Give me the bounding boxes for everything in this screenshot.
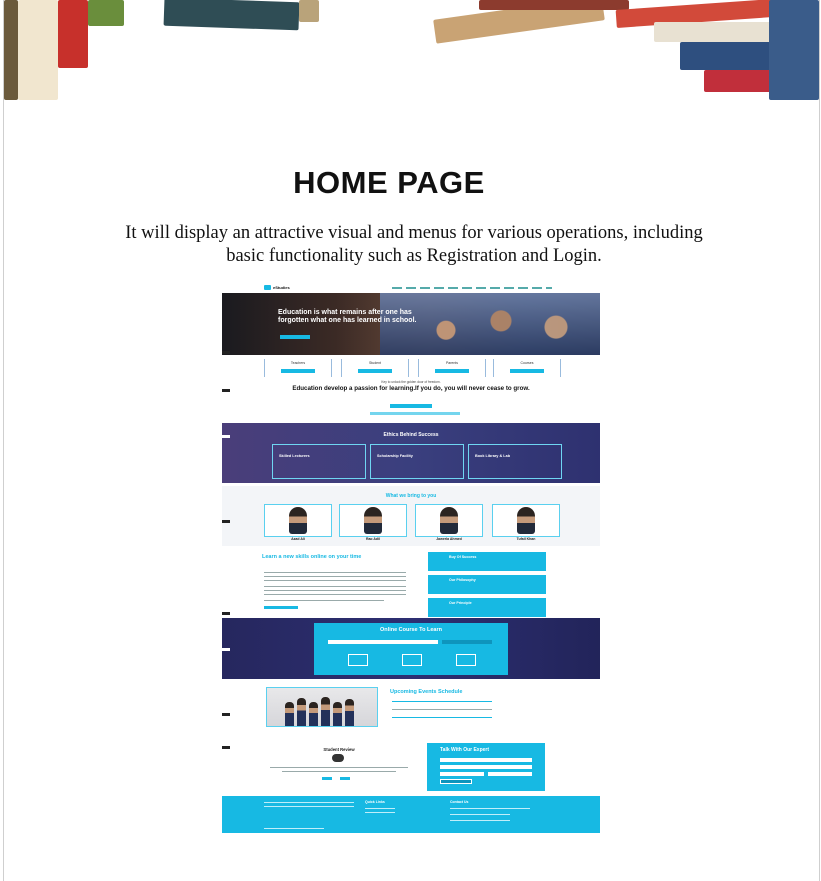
skills-section: Learn a new skills online on your time B… (222, 548, 600, 618)
team-member: Tufail Khan (492, 504, 560, 541)
brand-name: eStudies (273, 285, 290, 290)
review-prev-button[interactable] (322, 777, 332, 780)
ethics-card: Scholarship Facility (370, 444, 464, 479)
course-icon (456, 654, 476, 666)
expert-form: Talk With Our Expert (427, 743, 545, 791)
skills-button[interactable] (264, 606, 298, 609)
stat-courses: Courses (493, 359, 561, 377)
skill-box: Buy Of Success (428, 552, 546, 571)
online-course-box: Online Course To Learn (314, 623, 508, 675)
course-icon (402, 654, 422, 666)
stat-teachers: Teachers (264, 359, 332, 377)
reviewer-avatar (332, 754, 344, 762)
online-course-section: Online Course To Learn (222, 618, 600, 679)
review-section: Student Review Talk With Our Expert (222, 740, 600, 791)
page-description: It will display an attractive visual and… (125, 223, 703, 266)
skills-title: Learn a new skills online on your time (262, 554, 362, 560)
expert-phone-field[interactable] (440, 772, 484, 776)
quote-input[interactable] (370, 412, 460, 415)
expert-subject-field[interactable] (488, 772, 532, 776)
skill-box: Our Principle (428, 598, 546, 617)
stat-parents: Parents (418, 359, 486, 377)
stats-row: Teachers Student Parents Courses (222, 359, 600, 381)
skill-box: Our Philosophy (428, 575, 546, 594)
expert-submit-button[interactable] (440, 779, 472, 784)
events-section: Upcoming Events Schedule (222, 683, 600, 727)
document-page: HOME PAGE It will display an attractive … (3, 0, 820, 881)
education-quote: Education develop a passion for learning… (292, 385, 530, 392)
course-search-button[interactable] (442, 640, 492, 644)
expert-email-field[interactable] (440, 765, 532, 769)
team-member: Azad Ali (264, 504, 332, 541)
expert-title: Talk With Our Expert (440, 747, 490, 753)
review-title: Student Review (323, 747, 355, 752)
ethics-title: Ethics Behind Success (383, 432, 439, 438)
hero-banner: Education is what remains after one has … (222, 293, 600, 355)
footer-contact: Contact Us (450, 800, 469, 804)
hero-quote: Education is what remains after one has … (278, 309, 417, 324)
books-banner (4, 0, 819, 101)
team-title: What we bring to you (385, 493, 437, 499)
course-icon (348, 654, 368, 666)
review-next-button[interactable] (340, 777, 350, 780)
hero-button[interactable] (280, 335, 310, 339)
logo-icon (264, 285, 271, 290)
course-search-input[interactable] (328, 640, 438, 644)
footer-quick-links: Quick Links (365, 800, 385, 804)
site-navbar: eStudies (222, 282, 600, 293)
team-section: What we bring to you Azad Ali Rao Adil J… (222, 486, 600, 546)
page-heading: HOME PAGE (293, 165, 485, 200)
stat-students: Student (341, 359, 409, 377)
ethics-section: Ethics Behind Success Skilled Lecturers … (222, 423, 600, 483)
team-member: Rao Adil (339, 504, 407, 541)
site-footer: Quick Links Contact Us (222, 796, 600, 833)
ethics-card: Book Library & Lab (468, 444, 562, 479)
events-title: Upcoming Events Schedule (390, 689, 463, 695)
ethics-card: Skilled Lecturers (272, 444, 366, 479)
online-course-title: Online Course To Learn (380, 627, 442, 633)
nav-menu[interactable] (392, 287, 552, 289)
expert-name-field[interactable] (440, 758, 532, 762)
homepage-screenshot: eStudies Education is what remains after… (222, 282, 600, 833)
team-member: Jawerla Ahmed (415, 504, 483, 541)
students-group-photo (266, 687, 378, 727)
quote-button[interactable] (390, 404, 432, 408)
